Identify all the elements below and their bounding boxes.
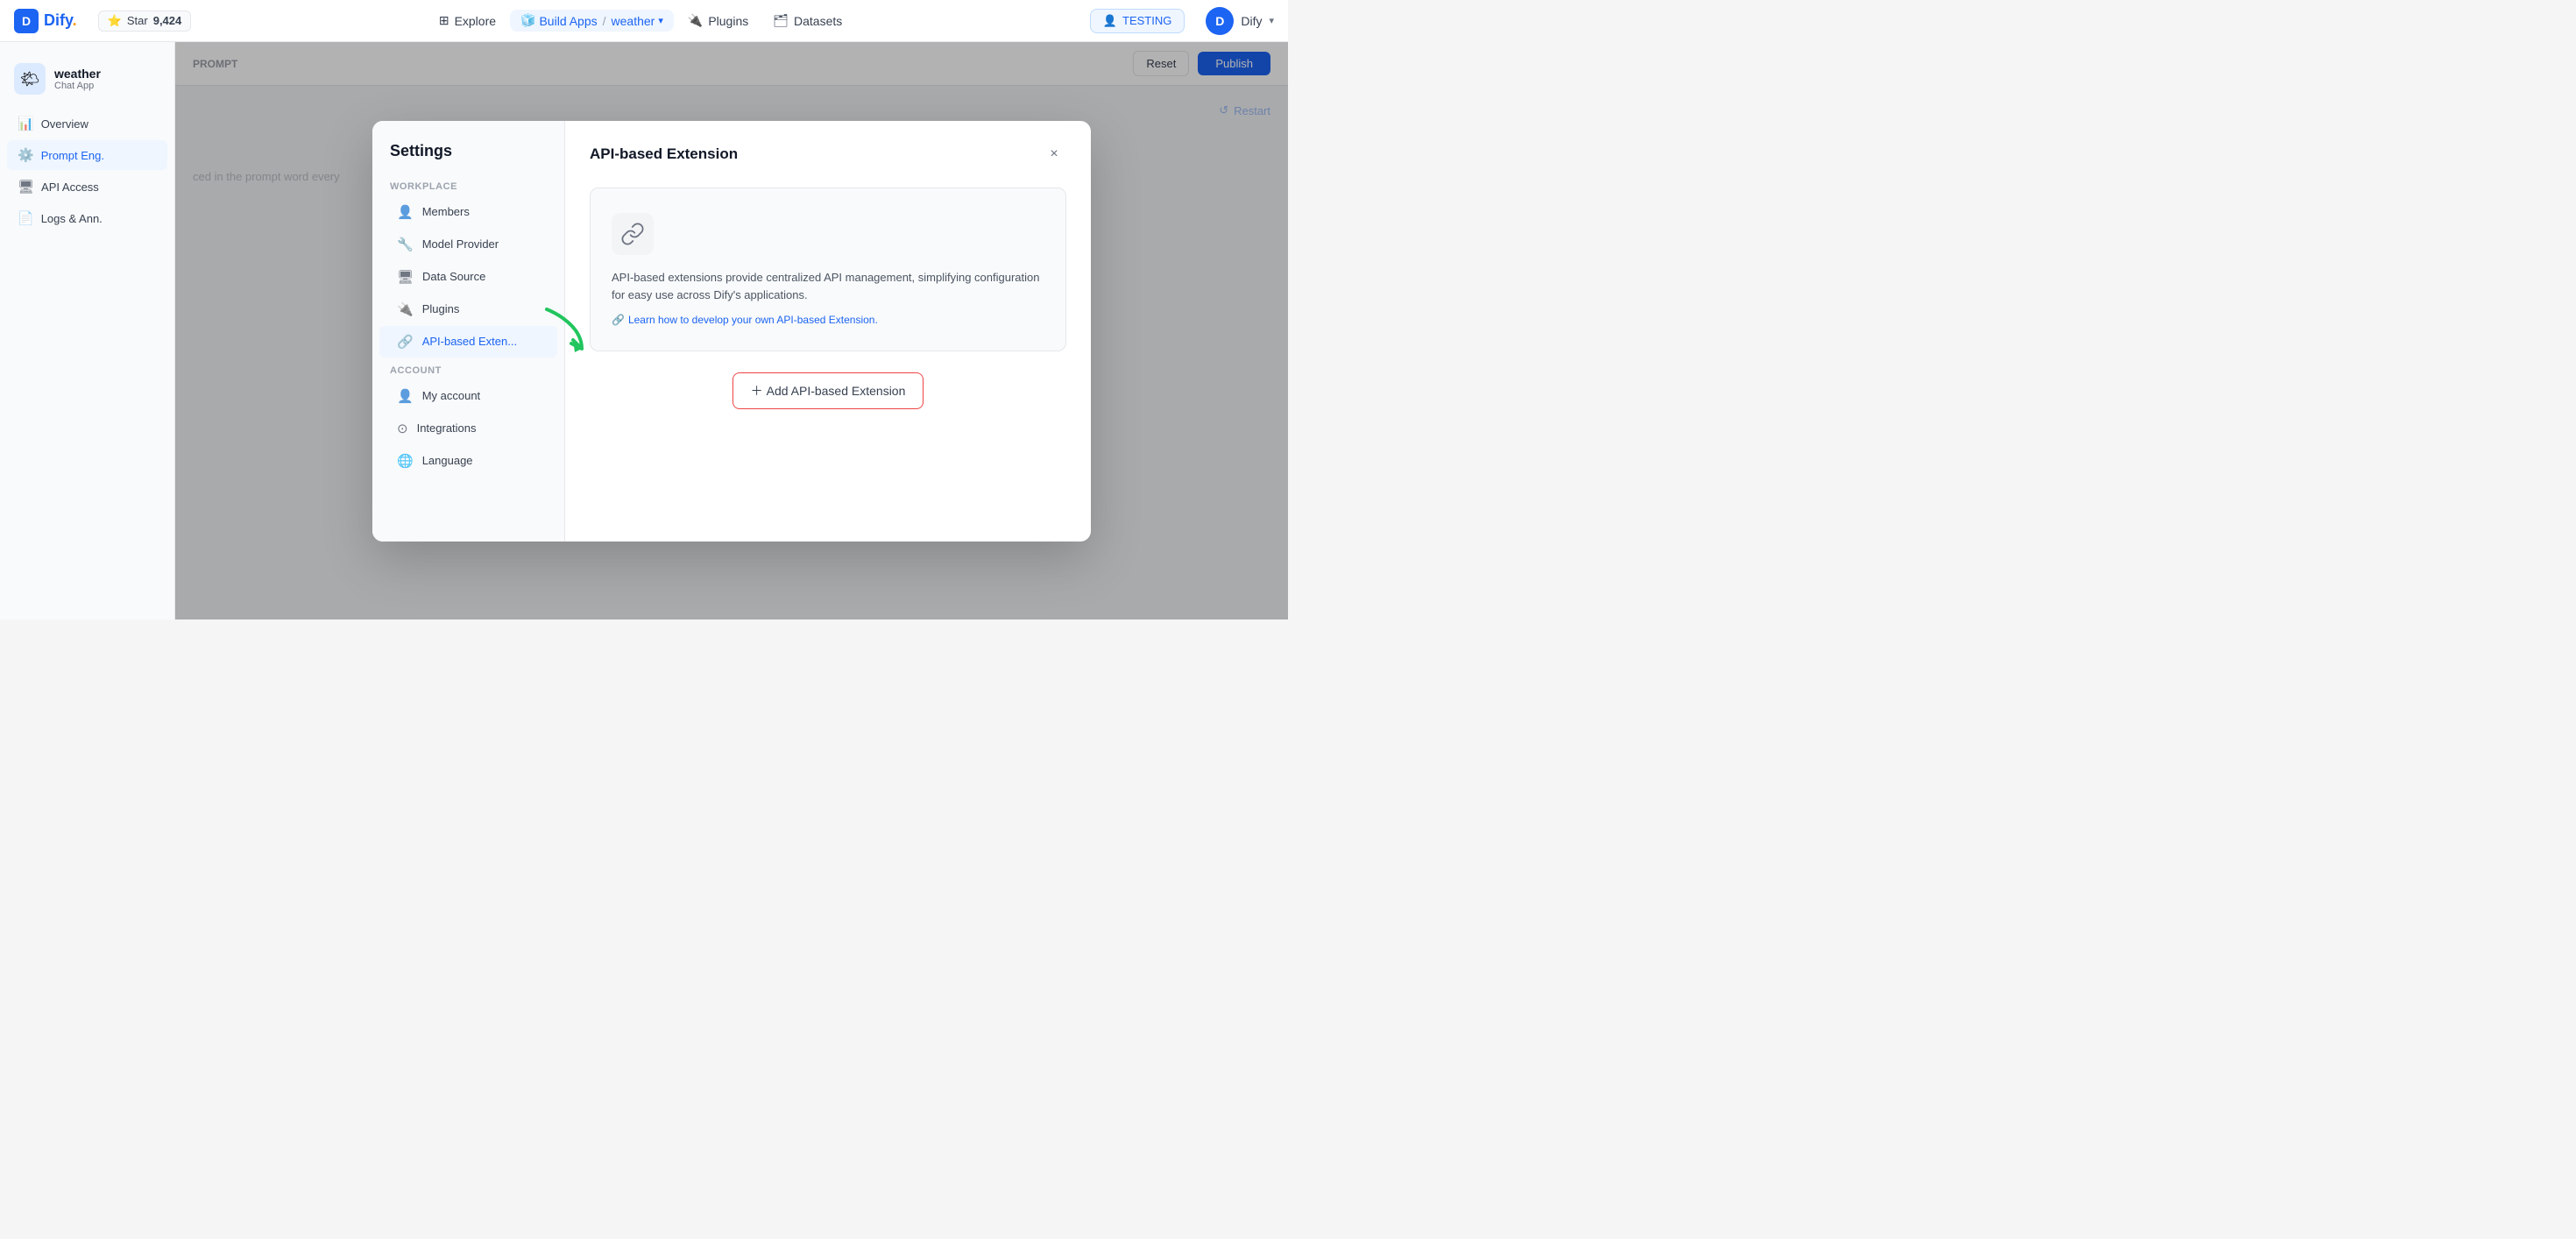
account-section-label: ACCOUNT [372, 358, 564, 379]
plus-icon: ＋ [751, 382, 763, 400]
app-icon: 🌤 [14, 63, 46, 95]
github-count: 9,424 [153, 14, 182, 27]
api-icon: 🖥 [18, 179, 34, 195]
explore-icon: ⊞ [439, 13, 449, 28]
external-link-icon: 🔗 [612, 314, 625, 326]
modal-content: API-based Extension × API-based extensio… [565, 121, 1091, 542]
github-badge[interactable]: ⭐ Star 9,424 [98, 11, 192, 32]
modal-close-button[interactable]: × [1042, 142, 1066, 166]
model-icon: 🔧 [397, 237, 414, 252]
nav-datasets[interactable]: 🗂 Datasets [762, 8, 853, 33]
language-icon: 🌐 [397, 453, 414, 469]
my-account-icon: 👤 [397, 388, 414, 404]
modal-overlay[interactable]: Settings WORKPLACE 👤 Members 🔧 Model Pro… [175, 42, 1288, 620]
learn-link[interactable]: 🔗 Learn how to develop your own API-base… [612, 314, 878, 326]
main-layout: 🌤 weather Chat App 📊 Overview ⚙️ Prompt … [0, 42, 1288, 620]
github-icon: ⭐ [108, 14, 122, 28]
plugins-nav-icon: 🔌 [397, 301, 414, 317]
modal-nav-my-account[interactable]: 👤 My account [379, 380, 557, 412]
user-name[interactable]: Dify [1241, 14, 1262, 28]
app-type: Chat App [54, 81, 101, 91]
sidebar-item-overview[interactable]: 📊 Overview [7, 109, 167, 138]
sidebar-item-prompt-eng[interactable]: ⚙️ Prompt Eng. [7, 140, 167, 170]
logo[interactable]: D Dify. [14, 9, 77, 33]
green-arrow-indicator [538, 305, 591, 366]
modal-nav-integrations[interactable]: ⊙ Integrations [379, 413, 557, 444]
overview-icon: 📊 [18, 116, 34, 131]
chevron-down-icon: ▾ [658, 15, 663, 26]
content-area: PROMPT Reset Publish ↺ Restart ced in th… [175, 42, 1288, 620]
members-icon: 👤 [397, 204, 414, 220]
settings-modal: Settings WORKPLACE 👤 Members 🔧 Model Pro… [372, 121, 1091, 542]
modal-title: API-based Extension [590, 145, 738, 163]
info-box-description: API-based extensions provide centralized… [612, 269, 1044, 306]
github-star-label: Star [127, 14, 148, 27]
add-extension-button[interactable]: ＋ Add API-based Extension [732, 372, 924, 409]
modal-nav-language[interactable]: 🌐 Language [379, 445, 557, 477]
nav-links: ⊞ Explore 🧊 Build Apps / weather ▾ 🔌 Plu… [428, 8, 853, 33]
modal-nav-members[interactable]: 👤 Members [379, 196, 557, 228]
info-box: API-based extensions provide centralized… [590, 188, 1066, 352]
cube-icon: 🧊 [520, 13, 535, 28]
sidebar-item-logs[interactable]: 📄 Logs & Ann. [7, 203, 167, 233]
user-avatar: D [1206, 7, 1234, 35]
logo-text: Dify. [44, 11, 77, 30]
logo-icon: D [14, 9, 39, 33]
api-extension-icon [612, 213, 654, 255]
user-icon: 👤 [1103, 14, 1117, 28]
modal-header: API-based Extension × [590, 142, 1066, 166]
sidebar-item-api-access[interactable]: 🖥 API Access [7, 172, 167, 202]
nav-explore[interactable]: ⊞ Explore [428, 8, 506, 33]
workplace-section-label: WORKPLACE [372, 174, 564, 195]
app-header: 🌤 weather Chat App [0, 56, 174, 109]
modal-sidebar: Settings WORKPLACE 👤 Members 🔧 Model Pro… [372, 121, 565, 542]
sidebar: 🌤 weather Chat App 📊 Overview ⚙️ Prompt … [0, 42, 175, 620]
modal-nav-api-based[interactable]: 🔗 API-based Exten... [379, 326, 557, 358]
user-area: D Dify ▾ [1206, 7, 1274, 35]
modal-nav-plugins[interactable]: 🔌 Plugins [379, 294, 557, 325]
app-name: weather [54, 67, 101, 81]
nav-build-apps[interactable]: 🧊 Build Apps / weather ▾ [510, 10, 674, 32]
nav-plugins[interactable]: 🔌 Plugins [677, 8, 759, 33]
integrations-icon: ⊙ [397, 421, 408, 436]
topnav: D Dify. ⭐ Star 9,424 ⊞ Explore 🧊 Build A… [0, 0, 1288, 42]
plugins-icon: 🔌 [688, 13, 703, 28]
modal-nav-model-provider[interactable]: 🔧 Model Provider [379, 229, 557, 260]
user-chevron-icon: ▾ [1269, 15, 1274, 26]
testing-button[interactable]: 👤 TESTING [1090, 9, 1185, 33]
sidebar-nav: 📊 Overview ⚙️ Prompt Eng. 🖥 API Access 📄… [0, 109, 174, 233]
datasets-icon: 🗂 [773, 13, 789, 28]
modal-sidebar-title: Settings [372, 142, 564, 174]
data-source-icon: 🖥 [397, 269, 414, 285]
modal-nav-data-source[interactable]: 🖥 Data Source [379, 261, 557, 293]
api-based-icon: 🔗 [397, 334, 414, 350]
gear-icon: ⚙️ [18, 147, 34, 163]
logs-icon: 📄 [18, 210, 34, 226]
